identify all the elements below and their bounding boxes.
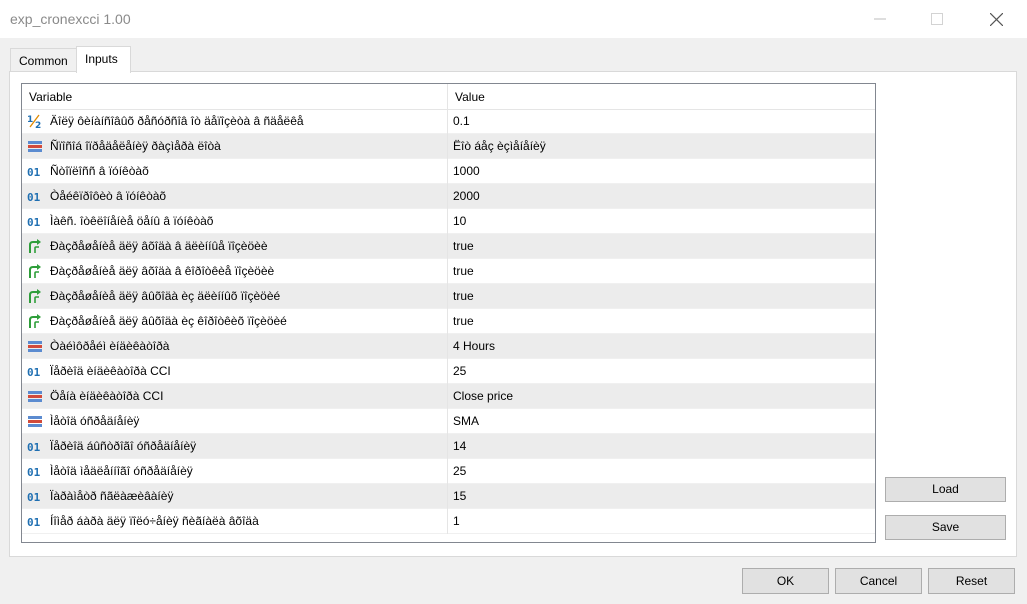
- enum-icon: [27, 389, 43, 404]
- close-icon: [990, 13, 1003, 26]
- table-row[interactable]: 01 Ïåðèîä èíäèêàòîðà CCI 25: [22, 359, 875, 384]
- bool-icon: [27, 264, 43, 279]
- svg-text:01: 01: [27, 366, 41, 379]
- cancel-button[interactable]: Cancel: [835, 568, 922, 594]
- table-row[interactable]: 1 2 Äîëÿ ôèíàíñîâûõ ðåñóðñîâ îò äåïîçèòà â…: [22, 109, 875, 134]
- variable-name: Íîìåð áàðà äëÿ ïîëó÷åíèÿ ñèãíàëà âõîäà: [50, 514, 259, 528]
- variable-name: Ïàðàìåòð ñãëàæèâàíèÿ: [50, 489, 174, 503]
- close-button[interactable]: [973, 0, 1019, 38]
- variable-value[interactable]: Close price: [447, 384, 875, 409]
- table-row[interactable]: 01 Ìåòîä ìåäëåííîãî óñðåäíåíèÿ 25: [22, 459, 875, 484]
- svg-text:2: 2: [35, 121, 41, 129]
- table-row[interactable]: Ðàçðåøåíèå äëÿ âõîäà â äëèííûå ïîçèöèè tr…: [22, 234, 875, 259]
- svg-text:01: 01: [27, 516, 41, 529]
- table-row[interactable]: Öåíà èíäèêàòîðà CCI Close price: [22, 384, 875, 409]
- half-icon: 12: [27, 114, 43, 131]
- inputs-table: Variable Value 1 2 Äîëÿ ôèíàíñîâûõ ðåñóðñî…: [21, 83, 876, 543]
- variable-value[interactable]: SMA: [447, 409, 875, 434]
- bool-icon: [27, 239, 43, 254]
- table-row[interactable]: Ðàçðåøåíèå äëÿ âûõîäà èç äëèííûõ ïîçèöèé…: [22, 284, 875, 309]
- int-icon: 01: [27, 489, 43, 504]
- enum-icon: [27, 139, 43, 154]
- maximize-button[interactable]: [914, 0, 960, 38]
- table-row[interactable]: 01 Ñòîïëîññ â ïóíêòàõ 1000: [22, 159, 875, 184]
- table-row[interactable]: 01 Òåéêïðîôèò â ïóíêòàõ 2000: [22, 184, 875, 209]
- variable-name: Ðàçðåøåíèå äëÿ âûõîäà èç äëèííûõ ïîçèöèé: [50, 289, 281, 303]
- column-header-value[interactable]: Value: [447, 84, 875, 109]
- svg-text:01: 01: [27, 166, 41, 179]
- enum-icon: [27, 339, 43, 354]
- variable-value[interactable]: 4 Hours: [447, 334, 875, 359]
- variable-name: Ìåòîä ìåäëåííîãî óñðåäíåíèÿ: [50, 464, 193, 478]
- int-icon: 01: [27, 189, 43, 204]
- window-title: exp_cronexcci 1.00: [10, 11, 131, 27]
- bool-icon: [27, 314, 43, 329]
- table-header: Variable Value: [22, 84, 875, 110]
- int-icon: 01: [27, 464, 43, 479]
- variable-value[interactable]: 25: [447, 359, 875, 384]
- table-row[interactable]: Ðàçðåøåíèå äëÿ âûõîäà èç êîðîòêèõ ïîçèöè…: [22, 309, 875, 334]
- tab-inputs[interactable]: Inputs: [76, 46, 131, 73]
- table-row[interactable]: Ìåòîä óñðåäíåíèÿ SMA: [22, 409, 875, 434]
- svg-text:01: 01: [27, 216, 41, 229]
- minimize-button[interactable]: [857, 0, 903, 38]
- variable-value[interactable]: true: [447, 234, 875, 259]
- variable-value[interactable]: 10: [447, 209, 875, 234]
- ok-button[interactable]: OK: [742, 568, 829, 594]
- variable-value[interactable]: 1: [447, 509, 875, 534]
- variable-name: Ìåòîä óñðåäíåíèÿ: [50, 414, 140, 428]
- int-icon: 01: [27, 439, 43, 454]
- variable-value[interactable]: 25: [447, 459, 875, 484]
- variable-value[interactable]: true: [447, 309, 875, 334]
- load-button[interactable]: Load: [885, 477, 1006, 502]
- table-row[interactable]: 01 Íîìåð áàðà äëÿ ïîëó÷åíèÿ ñèãíàëà âõîäà…: [22, 509, 875, 534]
- variable-name: Äîëÿ ôèíàíñîâûõ ðåñóðñîâ îò äåïîçèòà â ñ…: [50, 114, 304, 128]
- column-header-variable[interactable]: Variable: [22, 84, 447, 109]
- table-row[interactable]: Òàéìôðåéì èíäèêàòîðà 4 Hours: [22, 334, 875, 359]
- variable-name: Ìàêñ. îòêëîíåíèå öåíû â ïóíêòàõ: [50, 214, 214, 228]
- svg-text:01: 01: [27, 191, 41, 204]
- svg-text:01: 01: [27, 441, 41, 454]
- tab-common[interactable]: Common: [10, 48, 77, 72]
- table-row[interactable]: 01 Ïåðèîä áûñòðîãî óñðåäíåíèÿ 14: [22, 434, 875, 459]
- variable-value[interactable]: 0.1: [447, 109, 875, 134]
- variable-value[interactable]: 14: [447, 434, 875, 459]
- variable-name: Öåíà èíäèêàòîðà CCI: [50, 389, 164, 403]
- variable-name: Ïåðèîä áûñòðîãî óñðåäíåíèÿ: [50, 439, 197, 453]
- int-icon: 01: [27, 214, 43, 229]
- variable-name: Ðàçðåøåíèå äëÿ âõîäà â äëèííûå ïîçèöèè: [50, 239, 268, 253]
- table-row[interactable]: 01 Ïàðàìåòð ñãëàæèâàíèÿ 15: [22, 484, 875, 509]
- variable-name: Ðàçðåøåíèå äëÿ âõîäà â êîðîòêèå ïîçèöèè: [50, 264, 275, 278]
- bool-icon: [27, 289, 43, 304]
- int-icon: 01: [27, 514, 43, 529]
- variable-value[interactable]: true: [447, 284, 875, 309]
- save-button[interactable]: Save: [885, 515, 1006, 540]
- int-icon: 01: [27, 364, 43, 379]
- variable-name: Ñïîñîá îïðåäåëåíèÿ ðàçìåðà ëîòà: [50, 139, 221, 153]
- minimize-icon: [874, 18, 886, 20]
- variable-value[interactable]: 15: [447, 484, 875, 509]
- table-row[interactable]: Ñïîñîá îïðåäåëåíèÿ ðàçìåðà ëîòà Ëîò áåç è…: [22, 134, 875, 159]
- title-bar: exp_cronexcci 1.00: [0, 0, 1027, 38]
- maximize-icon: [931, 13, 943, 25]
- table-row[interactable]: Ðàçðåøåíèå äëÿ âõîäà â êîðîòêèå ïîçèöèè t…: [22, 259, 875, 284]
- variable-name: Òåéêïðîôèò â ïóíêòàõ: [50, 189, 167, 203]
- variable-name: Òàéìôðåéì èíäèêàòîðà: [50, 339, 170, 353]
- variable-name: Ñòîïëîññ â ïóíêòàõ: [50, 164, 149, 178]
- svg-text:01: 01: [27, 491, 41, 504]
- variable-value[interactable]: 1000: [447, 159, 875, 184]
- int-icon: 01: [27, 164, 43, 179]
- reset-button[interactable]: Reset: [928, 568, 1015, 594]
- variable-name: Ðàçðåøåíèå äëÿ âûõîäà èç êîðîòêèõ ïîçèöè…: [50, 314, 287, 328]
- variable-name: Ïåðèîä èíäèêàòîðà CCI: [50, 364, 171, 378]
- variable-value[interactable]: 2000: [447, 184, 875, 209]
- variable-value[interactable]: true: [447, 259, 875, 284]
- table-body: 1 2 Äîëÿ ôèíàíñîâûõ ðåñóðñîâ îò äåïîçèòà â…: [22, 109, 875, 534]
- table-row[interactable]: 01 Ìàêñ. îòêëîíåíèå öåíû â ïóíêòàõ 10: [22, 209, 875, 234]
- variable-value[interactable]: Ëîò áåç èçìåíåíèÿ: [447, 134, 875, 159]
- svg-text:01: 01: [27, 466, 41, 479]
- enum-icon: [27, 414, 43, 429]
